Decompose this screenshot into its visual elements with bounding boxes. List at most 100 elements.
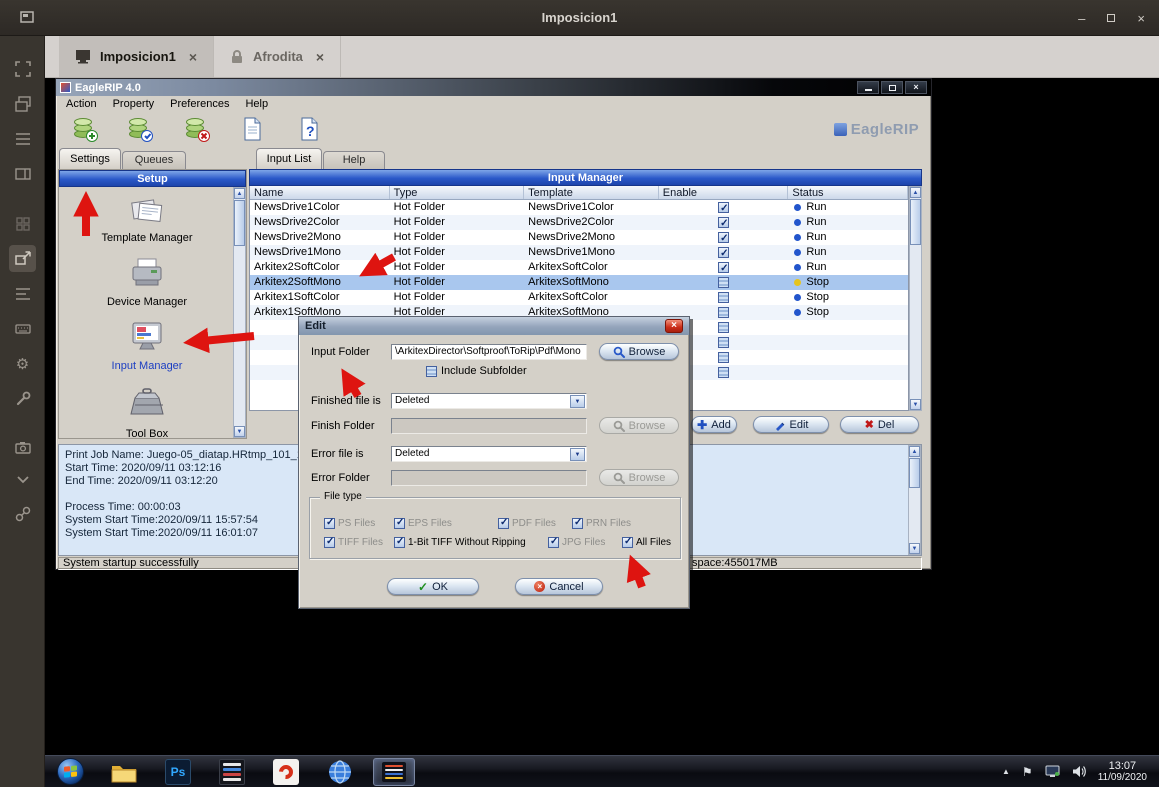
column-status[interactable]: Status [788,186,908,199]
column-name[interactable]: Name [250,186,390,199]
table-row[interactable]: Arkitex2SoftMonoHot FolderArkitexSoftMon… [250,275,908,290]
log-scrollbar[interactable]: ▲ ▼ [908,445,921,555]
start-button[interactable] [55,758,85,786]
tab-close-icon[interactable]: × [189,49,197,65]
setup-item-template-manager[interactable]: Template Manager [59,194,235,244]
enable-checkbox[interactable] [718,247,729,258]
menu-item-property[interactable]: Property [105,98,163,110]
help-icon[interactable]: ? [296,115,324,143]
input-folder-field[interactable]: \ArkitexDirector\Softproof\ToRip\Pdf\Mon… [391,344,587,360]
checkbox-icon[interactable] [498,518,509,529]
del-button[interactable]: ✖Del [840,416,919,433]
checkbox-icon[interactable] [324,537,335,548]
checkbox-icon[interactable] [394,518,405,529]
cancel-button[interactable]: ×Cancel [515,578,603,595]
enable-checkbox[interactable] [718,337,729,348]
close-icon[interactable]: × [905,81,927,94]
setup-item-tool-box[interactable]: Tool Box [59,384,235,440]
table-row[interactable]: Arkitex2SoftColorHot FolderArkitexSoftCo… [250,260,908,275]
checkbox-icon[interactable] [622,537,633,548]
add-button[interactable]: ✚Add [691,416,737,433]
ok-button[interactable]: ✓OK [387,578,479,595]
enable-checkbox[interactable] [718,262,729,273]
tab-input-list[interactable]: Input List [256,148,322,169]
stripes-app-button[interactable] [217,758,247,786]
menu-item-action[interactable]: Action [58,98,105,110]
table-row[interactable]: Arkitex1SoftColorHot FolderArkitexSoftCo… [250,290,908,305]
tiff-files-checkbox[interactable]: TIFF Files [324,537,383,548]
settings-gear-icon[interactable]: ⚙ [9,350,36,377]
onebit-tiff-checkbox[interactable]: 1-Bit TIFF Without Ripping [394,537,526,548]
minimize-icon[interactable] [857,81,879,94]
column-type[interactable]: Type [390,186,525,199]
prn-files-checkbox[interactable]: PRN Files [572,518,631,529]
scroll-thumb[interactable] [910,199,921,245]
browser-button[interactable] [325,758,355,786]
explorer-button[interactable] [109,758,139,786]
scroll-down-icon[interactable]: ▼ [910,399,921,410]
jpg-files-checkbox[interactable]: JPG Files [548,537,605,548]
column-enable[interactable]: Enable [659,186,789,199]
table-row[interactable]: NewsDrive2MonoHot FolderNewsDrive2MonoRu… [250,230,908,245]
error-file-select[interactable]: Deleted▼ [391,446,587,462]
enable-input-db-icon[interactable] [126,115,154,143]
checkbox-icon[interactable] [324,518,335,529]
enable-checkbox[interactable] [718,217,729,228]
grid-icon[interactable] [9,210,36,237]
new-document-icon[interactable] [239,115,267,143]
eps-files-checkbox[interactable]: EPS Files [394,518,452,529]
menu-item-help[interactable]: Help [237,98,276,110]
menu-item-preferences[interactable]: Preferences [162,98,237,110]
scroll-down-icon[interactable]: ▼ [909,543,920,554]
table-row[interactable]: NewsDrive2ColorHot FolderNewsDrive2Color… [250,215,908,230]
checkbox-icon[interactable] [572,518,583,529]
enable-checkbox[interactable] [718,292,729,303]
scroll-thumb[interactable] [234,200,245,246]
close-icon[interactable]: × [665,319,683,333]
tray-expand-icon[interactable]: ▲ [1002,767,1010,776]
volume-icon[interactable] [1072,765,1086,778]
photoshop-button[interactable]: Ps [163,758,193,786]
scroll-up-icon[interactable]: ▲ [234,188,245,199]
display-icon[interactable] [1045,765,1060,778]
tools-wrench-icon[interactable] [9,385,36,412]
tab-close-icon[interactable]: × [316,49,324,65]
table-row[interactable]: NewsDrive1ColorHot FolderNewsDrive1Color… [250,200,908,215]
enable-checkbox[interactable] [718,322,729,333]
setup-item-input-manager[interactable]: Input Manager [59,318,235,372]
screenshot-camera-icon[interactable] [9,434,36,461]
delete-input-db-icon[interactable] [183,115,211,143]
enable-checkbox[interactable] [718,232,729,243]
list-icon[interactable] [9,280,36,307]
dropdown-arrow-icon[interactable]: ▼ [570,448,585,461]
panel-right-icon[interactable] [9,160,36,187]
resize-window-icon[interactable] [9,90,36,117]
all-files-checkbox[interactable]: All Files [622,537,671,548]
pdf-files-checkbox[interactable]: PDF Files [498,518,556,529]
checkbox-icon[interactable] [426,366,437,377]
enable-checkbox[interactable] [718,352,729,363]
browse-input-folder-button[interactable]: Browse [599,343,679,360]
tab-imposicion1[interactable]: Imposicion1 × [59,36,214,77]
scroll-down-icon[interactable]: ▼ [234,426,245,437]
maximize-icon[interactable] [881,81,903,94]
edit-button[interactable]: Edit [753,416,829,433]
add-input-db-icon[interactable] [71,115,99,143]
scroll-up-icon[interactable]: ▲ [909,446,920,457]
enable-checkbox[interactable] [718,202,729,213]
dropdown-arrow-icon[interactable]: ▼ [570,395,585,408]
close-icon[interactable]: × [1137,11,1145,26]
maximize-icon[interactable] [1107,14,1115,22]
keyboard-icon[interactable] [9,315,36,342]
setup-item-device-manager[interactable]: Device Manager [59,254,235,308]
active-app-button[interactable] [373,758,415,786]
disconnect-icon[interactable] [9,500,36,527]
finished-file-select[interactable]: Deleted▼ [391,393,587,409]
checkbox-icon[interactable] [394,537,405,548]
include-subfolder-checkbox[interactable]: Include Subfolder [426,365,527,377]
tab-queues[interactable]: Queues [122,151,186,169]
menu-icon[interactable] [9,125,36,152]
enable-checkbox[interactable] [718,307,729,318]
enable-checkbox[interactable] [718,277,729,288]
enable-checkbox[interactable] [718,367,729,378]
